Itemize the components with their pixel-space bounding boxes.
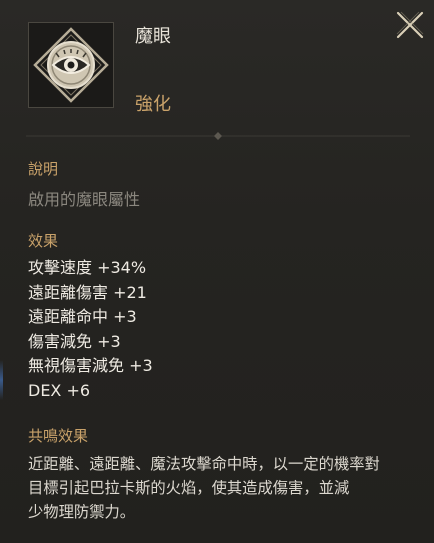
resonance-line: 目標引起巴拉卡斯的火焰，使其造成傷害，並減 [28, 479, 350, 497]
effect-line: 傷害減免 +3 [28, 331, 121, 351]
resonance-heading: 共鳴效果 [28, 427, 89, 445]
close-icon [396, 11, 424, 39]
item-icon-frame [28, 22, 114, 108]
item-name: 魔眼 [135, 26, 171, 47]
effect-line: DEX +6 [28, 380, 91, 400]
close-button[interactable] [393, 8, 427, 42]
section-divider [26, 132, 410, 140]
description-heading: 說明 [28, 160, 59, 178]
effects-heading: 效果 [28, 232, 59, 250]
item-tag: 強化 [135, 94, 171, 115]
item-tooltip: 魔眼 強化 說明 啟用的魔眼屬性 效果 攻擊速度 +34% 遠距離傷害 +21 … [0, 0, 434, 543]
description-text: 啟用的魔眼屬性 [28, 190, 141, 209]
effect-line: 遠距離命中 +3 [28, 307, 137, 327]
resonance-line: 近距離、遠距離、魔法攻擊命中時，以一定的機率對 [28, 455, 380, 473]
effects-list: 攻擊速度 +34% 遠距離傷害 +21 遠距離命中 +3 傷害減免 +3 無視傷… [28, 256, 153, 404]
effect-line: 無視傷害減免 +3 [28, 356, 153, 376]
resonance-line: 少物理防禦力。 [28, 503, 136, 521]
edge-highlight [0, 360, 3, 400]
effect-line: 攻擊速度 +34% [28, 258, 147, 277]
eye-icon [33, 27, 109, 103]
resonance-text: 近距離、遠距離、魔法攻擊命中時，以一定的機率對 目標引起巴拉卡斯的火焰，使其造成… [28, 452, 428, 524]
effect-line: 遠距離傷害 +21 [28, 282, 147, 302]
